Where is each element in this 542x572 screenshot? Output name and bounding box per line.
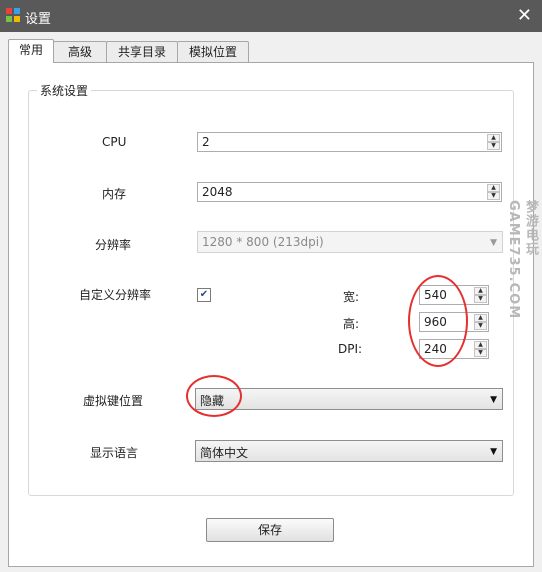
spin-up-icon[interactable]: ▲ xyxy=(474,287,487,295)
width-spinbox[interactable]: 540 ▲ ▼ xyxy=(419,285,489,305)
language-label: 显示语言 xyxy=(90,446,139,460)
dpi-spinbox[interactable]: 240 ▲ ▼ xyxy=(419,339,489,359)
spin-down-icon[interactable]: ▼ xyxy=(474,295,487,303)
virtual-keys-value: 隐藏 xyxy=(200,394,225,408)
window-title: 设置 xyxy=(25,12,52,27)
chevron-down-icon: ▼ xyxy=(490,447,497,457)
height-label: 高: xyxy=(343,317,360,331)
spin-down-icon[interactable]: ▼ xyxy=(474,349,487,357)
tab-advanced[interactable]: 高级 xyxy=(53,41,107,62)
spin-up-icon[interactable]: ▲ xyxy=(487,184,500,192)
resolution-value: 1280 * 800 (213dpi) xyxy=(202,235,324,249)
tab-shared-folder[interactable]: 共享目录 xyxy=(106,41,178,62)
spin-down-icon[interactable]: ▼ xyxy=(474,322,487,330)
close-icon[interactable]: ✕ xyxy=(517,5,532,26)
settings-panel: 系统设置 CPU 2 ▲ ▼ 内存 2048 ▲ ▼ 分辨率 1280 * 800 … xyxy=(8,62,534,567)
title-bar: 设置 ✕ xyxy=(0,0,542,32)
resolution-label: 分辨率 xyxy=(95,238,132,252)
memory-spinbox[interactable]: 2048 ▲ ▼ xyxy=(197,182,502,202)
group-title: 系统设置 xyxy=(37,82,92,99)
app-logo-icon xyxy=(6,8,20,22)
language-value: 简体中文 xyxy=(200,446,249,460)
resolution-select: 1280 * 800 (213dpi) ▼ xyxy=(197,231,503,253)
dpi-value: 240 xyxy=(424,342,447,356)
memory-value: 2048 xyxy=(202,185,233,199)
spin-up-icon[interactable]: ▲ xyxy=(474,341,487,349)
cpu-label: CPU xyxy=(102,135,127,149)
width-value: 540 xyxy=(424,288,447,302)
cpu-spinbox[interactable]: 2 ▲ ▼ xyxy=(197,132,502,152)
memory-label: 内存 xyxy=(102,187,127,201)
width-label: 宽: xyxy=(343,290,360,304)
chevron-down-icon: ▼ xyxy=(490,395,497,405)
save-button[interactable]: 保存 xyxy=(206,518,334,542)
spin-down-icon[interactable]: ▼ xyxy=(487,142,500,150)
custom-resolution-label: 自定义分辨率 xyxy=(79,288,152,302)
dpi-label: DPI: xyxy=(338,342,363,356)
spin-down-icon[interactable]: ▼ xyxy=(487,192,500,200)
tab-general[interactable]: 常用 xyxy=(8,39,54,63)
cpu-value: 2 xyxy=(202,135,210,149)
custom-resolution-checkbox[interactable]: ✔ xyxy=(197,288,211,302)
height-spinbox[interactable]: 960 ▲ ▼ xyxy=(419,312,489,332)
virtual-keys-select[interactable]: 隐藏 ▼ xyxy=(195,388,503,410)
language-select[interactable]: 简体中文 ▼ xyxy=(195,440,503,462)
height-value: 960 xyxy=(424,315,447,329)
watermark-text: 梦游电玩 GAME735.COM xyxy=(506,200,538,320)
chevron-down-icon: ▼ xyxy=(490,238,497,248)
virtual-keys-label: 虚拟键位置 xyxy=(83,394,144,408)
tab-mock-location[interactable]: 模拟位置 xyxy=(177,41,249,62)
spin-up-icon[interactable]: ▲ xyxy=(474,314,487,322)
spin-up-icon[interactable]: ▲ xyxy=(487,134,500,142)
